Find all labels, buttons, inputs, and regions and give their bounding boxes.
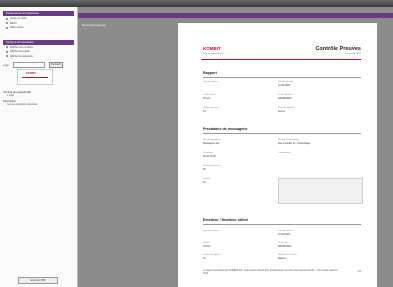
logo-preview: KOMBIT xyxy=(17,69,53,85)
comment-box xyxy=(278,178,363,204)
description-value: Aucune description disponible xyxy=(7,104,38,106)
page-number: 1/1 xyxy=(357,271,361,273)
left-panel: Parametres d'impression Vente en recto R… xyxy=(0,7,78,287)
field-value: Rue Centrale 12, Copenhague xyxy=(278,142,311,145)
field-value: Preuve xyxy=(203,97,211,100)
field-value: 0000000000 xyxy=(278,97,292,100)
field-value: 0000000000 xyxy=(278,245,292,248)
document-footer: Le rapport est délivré par KOMBIT A/S. V… xyxy=(203,270,338,275)
display-option-1[interactable]: Afficher les en-têtes xyxy=(6,46,77,50)
logo-preview-text: KOMBIT xyxy=(26,72,36,75)
document-title: Contrôle Preuves xyxy=(315,46,361,52)
document-preview-tab[interactable]: Document Aperçu xyxy=(78,13,393,27)
field-label: Nom du prestataire xyxy=(203,139,221,141)
logo-preview-line xyxy=(22,77,48,78)
field-value: 01 xyxy=(203,257,206,260)
field-value: Messagerie AG xyxy=(203,142,220,145)
field-label: Modèle xyxy=(203,242,210,244)
logo-path-input[interactable] xyxy=(13,62,45,68)
window-titlebar xyxy=(0,0,393,7)
company-logo: KOMBIT xyxy=(203,46,221,51)
field-label: Date du contrôle xyxy=(278,81,294,83)
logo-label: Logo xyxy=(3,63,9,67)
field-value: 01 xyxy=(203,181,206,184)
browse-button[interactable]: Parcourir xyxy=(49,62,63,68)
field-value: Fermé xyxy=(278,110,285,113)
company-subtitle: Ville de Copenhague xyxy=(203,53,224,55)
field-label: Téléphone xyxy=(203,152,213,154)
field-label: Version du logiciel xyxy=(203,254,220,256)
pages-per-sheet-label: Nombre de pages/feuille xyxy=(3,91,32,94)
header-divider xyxy=(201,59,361,60)
field-label: Numéro de poste xyxy=(203,107,219,109)
pages-per-sheet-value[interactable]: 1 page xyxy=(7,95,77,97)
section-heading-emitter: Emetteur / Moniteur utilisé xyxy=(203,218,249,222)
field-label: Statut du contrôle xyxy=(278,107,295,109)
field-value: Manuel xyxy=(278,257,286,260)
field-label: Numéro de dossier xyxy=(203,165,221,167)
field-value: 12.09.2022 xyxy=(278,84,290,87)
radio-icon[interactable] xyxy=(6,22,9,25)
print-option-3[interactable]: Selon cours xyxy=(6,26,77,30)
checkbox-icon[interactable] xyxy=(6,46,9,49)
print-pdf-button[interactable]: Imprimer PDF xyxy=(18,277,58,284)
field-label: Date de contrôle xyxy=(278,230,294,232)
field-value: 00 xyxy=(203,168,206,171)
field-label: Type de moniteur xyxy=(203,230,220,232)
field-value: Terrain xyxy=(203,245,211,248)
field-label: N° de série xyxy=(278,242,289,244)
field-label: N° de contrat xyxy=(203,94,216,96)
section-heading-provider: Prestataire de messagerie xyxy=(203,127,248,131)
field-label: Méthode de contrôle xyxy=(278,254,297,256)
radio-icon[interactable] xyxy=(6,17,9,20)
field-label: N° de référence xyxy=(278,94,293,96)
document-subtitle: Formulaire 2022 xyxy=(345,53,361,55)
document-page: KOMBIT Ville de Copenhague Contrôle Preu… xyxy=(178,23,377,287)
field-value: 01 xyxy=(203,110,206,113)
checkbox-icon[interactable] xyxy=(6,50,9,53)
print-option-2[interactable]: Recto xyxy=(6,22,77,26)
field-value: 00 00 00 00 xyxy=(203,155,216,158)
section-heading-report: Rapport xyxy=(203,71,217,75)
document-preview-tab-label: Document Aperçu xyxy=(82,23,106,27)
checkbox-icon[interactable] xyxy=(6,55,9,58)
radio-icon[interactable] xyxy=(6,26,9,29)
field-value: 12.09.2022 xyxy=(278,233,290,236)
logo-upload-row: Logo Parcourir xyxy=(3,62,74,68)
field-label: Commentaire xyxy=(278,152,291,154)
print-option-1[interactable]: Vente en recto xyxy=(6,17,77,21)
description-label: Description xyxy=(3,100,16,103)
field-label: Quantité xyxy=(203,178,211,180)
print-options-header: Options d'impression xyxy=(3,39,74,45)
display-option-2[interactable]: Afficher les pieds xyxy=(6,50,77,54)
field-label: Adresse du prestataire xyxy=(278,139,299,141)
display-option-3[interactable]: Afficher la signature xyxy=(6,55,77,59)
field-label: Type de rapport xyxy=(203,81,218,83)
print-settings-header: Parametres d'impression xyxy=(3,11,74,16)
